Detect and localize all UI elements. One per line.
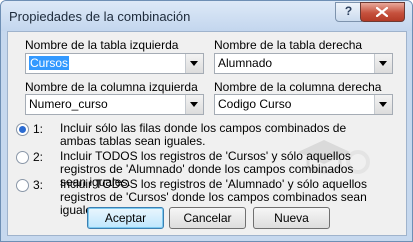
left-column-value: Numero_curso	[29, 97, 108, 111]
chevron-down-icon	[379, 102, 387, 107]
left-table-value: Cursos	[29, 56, 70, 70]
right-column-dropdown-button[interactable]	[374, 95, 392, 114]
option-1-radio[interactable]	[16, 123, 29, 136]
title-bar: Propiedades de la combinación ?	[1, 1, 412, 31]
right-table-value: Alumnado	[218, 56, 273, 70]
option-1-number: 1:	[33, 122, 44, 136]
option-1-text: Incluir sólo las filas donde los campos …	[60, 121, 347, 148]
chevron-down-icon	[190, 61, 198, 66]
dialog-body: Nombre de la tabla izquierda Nombre de l…	[7, 31, 407, 236]
left-column-select[interactable]: Numero_curso	[25, 94, 204, 115]
right-column-label: Nombre de la columna derecha	[214, 80, 382, 94]
left-column-dropdown-button[interactable]	[185, 95, 203, 114]
join-properties-dialog: Propiedades de la combinación ? Nombre d…	[0, 0, 413, 242]
left-table-select[interactable]: Cursos	[25, 53, 204, 74]
left-table-label: Nombre de la tabla izquierda	[25, 38, 179, 52]
new-button[interactable]: Nueva	[253, 207, 330, 229]
left-table-dropdown-button[interactable]	[185, 54, 203, 73]
right-table-select[interactable]: Alumnado	[214, 53, 393, 74]
dialog-title: Propiedades de la combinación	[9, 9, 191, 24]
left-column-label: Nombre de la columna izquierda	[25, 80, 198, 94]
close-icon	[376, 7, 388, 17]
right-column-select[interactable]: Codigo Curso	[214, 94, 393, 115]
chevron-down-icon	[190, 102, 198, 107]
option-2-number: 2:	[33, 150, 44, 164]
close-button[interactable]	[360, 2, 405, 22]
cancel-button[interactable]: Cancelar	[169, 207, 246, 229]
chevron-down-icon	[379, 61, 387, 66]
right-table-label: Nombre de la tabla derecha	[214, 38, 363, 52]
accept-button[interactable]: Aceptar	[87, 207, 164, 229]
help-button[interactable]: ?	[335, 2, 362, 22]
option-3-number: 3:	[33, 178, 44, 192]
option-3-radio[interactable]	[16, 179, 29, 192]
right-column-value: Codigo Curso	[218, 97, 292, 111]
right-table-dropdown-button[interactable]	[374, 54, 392, 73]
help-icon: ?	[344, 4, 353, 18]
option-2-radio[interactable]	[16, 151, 29, 164]
